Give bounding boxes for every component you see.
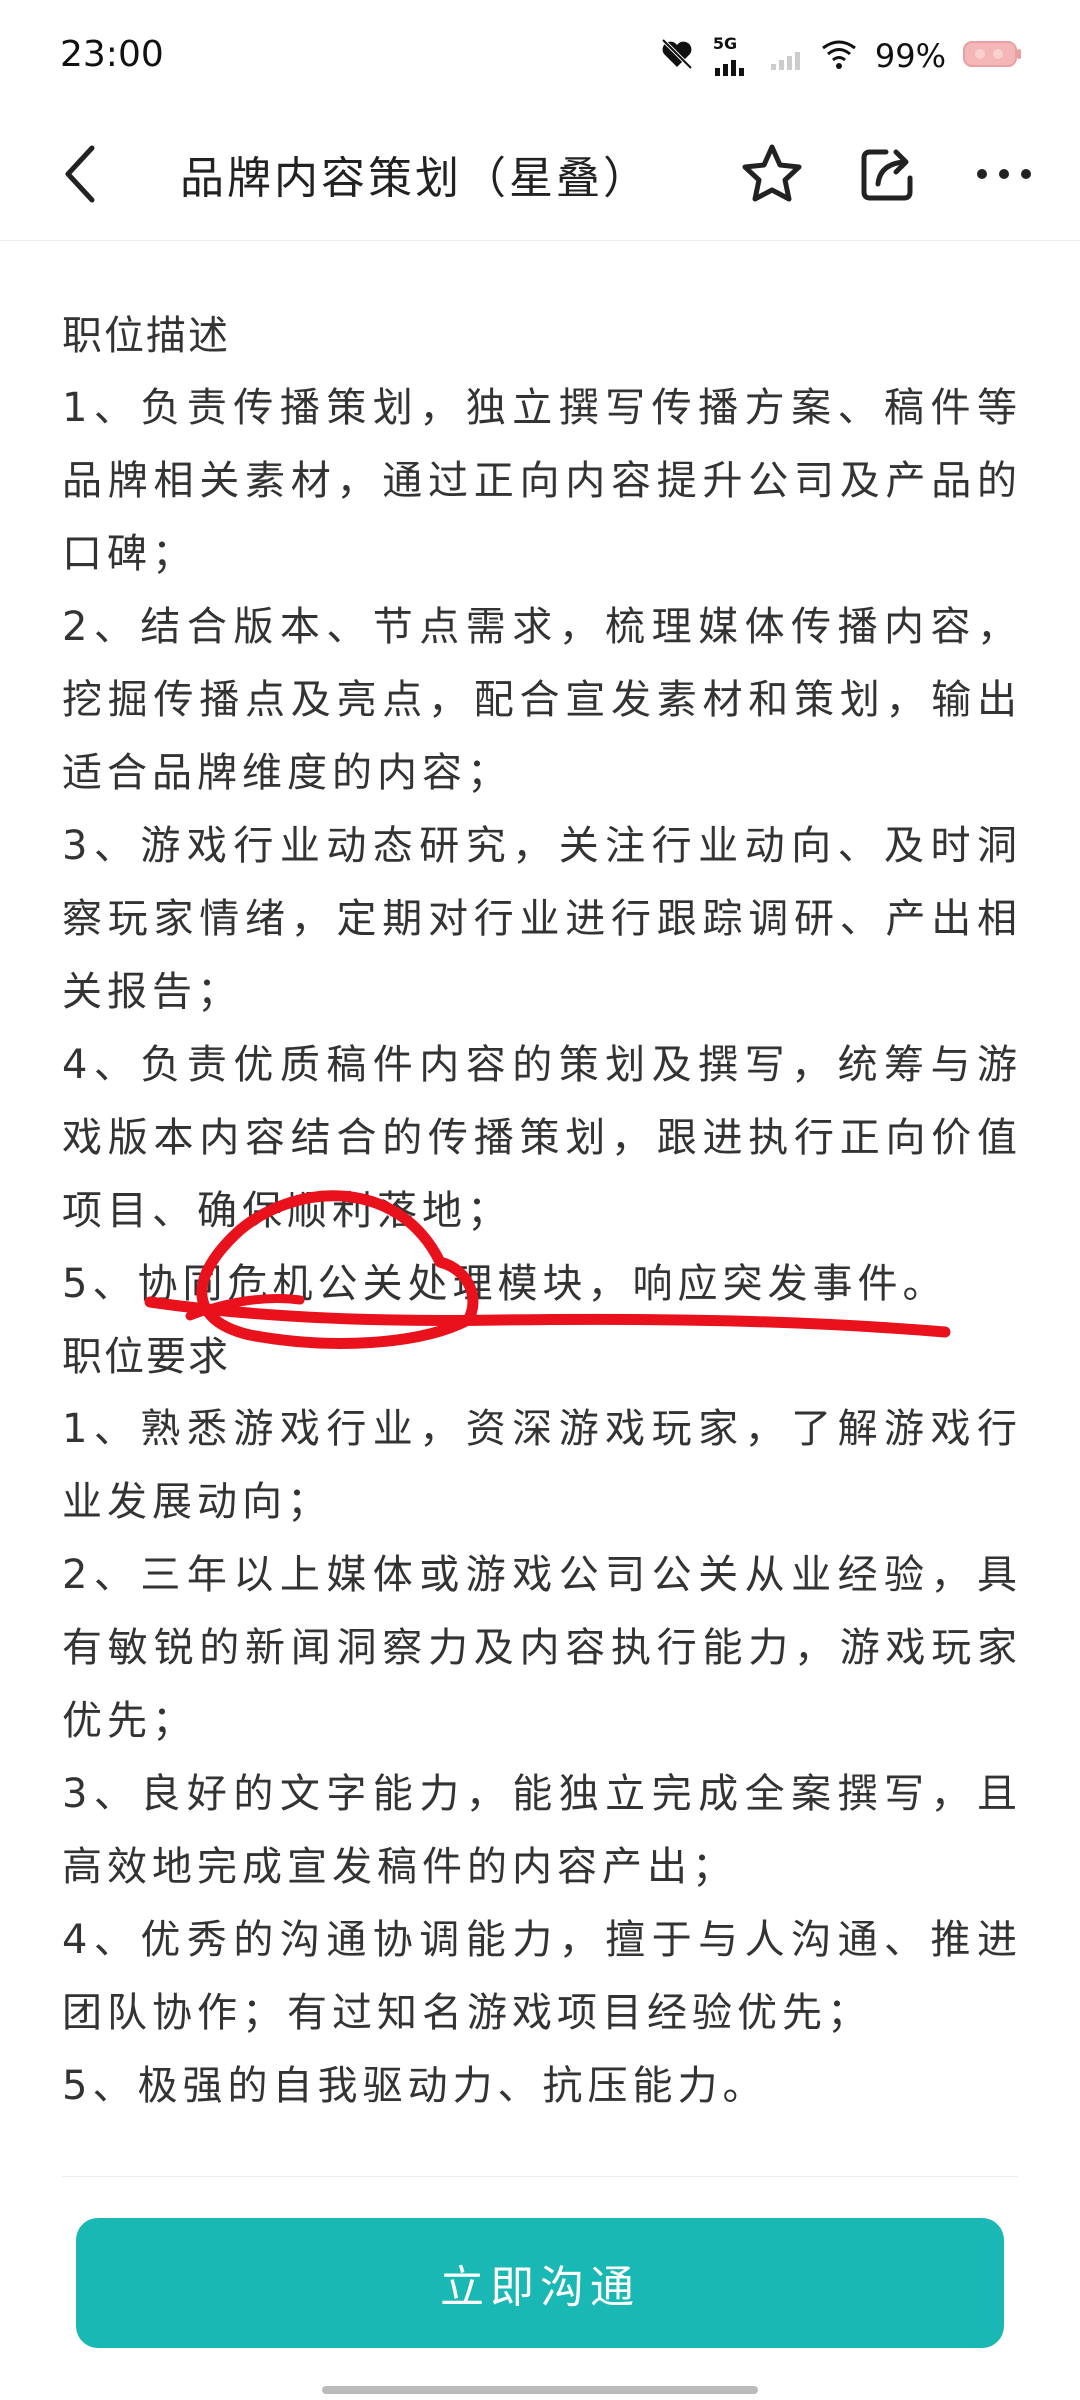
nav-actions bbox=[736, 130, 1040, 222]
battery-icon bbox=[962, 38, 1022, 74]
share-button[interactable] bbox=[852, 140, 924, 212]
job-requirement-item: 2、三年以上媒体或游戏公司公关从业经验，具有敏锐的新闻洞察力及内容执行能力，游戏… bbox=[62, 1552, 1022, 1744]
job-requirement-item: 3、良好的文字能力，能独立完成全案撰写，且高效地完成宣发稿件的内容产出； bbox=[62, 1771, 1022, 1890]
back-button[interactable] bbox=[60, 132, 140, 220]
wifi-icon bbox=[819, 36, 859, 76]
status-bar: 23:00 5G 99% bbox=[0, 0, 1080, 112]
nav-bar: 品牌内容策划（星叠） bbox=[0, 112, 1080, 241]
chevron-left-icon bbox=[60, 142, 100, 210]
footer-divider bbox=[62, 2176, 1018, 2177]
status-time: 23:00 bbox=[60, 34, 164, 75]
status-icons: 5G 99% bbox=[659, 30, 1022, 82]
job-requirement-item: 1、熟悉游戏行业，资深游戏玩家，了解游戏行业发展动向； bbox=[62, 1406, 1022, 1525]
more-dots-icon bbox=[974, 166, 1034, 186]
more-button[interactable] bbox=[968, 140, 1040, 212]
job-requirement-item: 4、优秀的沟通协调能力，擅于与人沟通、推进团队协作；有过知名游戏项目经验优先； bbox=[62, 1917, 1022, 2036]
chat-now-button[interactable]: 立即沟通 bbox=[76, 2218, 1004, 2348]
signal-secondary-icon bbox=[767, 36, 803, 76]
favorite-button[interactable] bbox=[736, 140, 808, 212]
star-icon bbox=[740, 142, 804, 210]
job-description-item: 5、协同危机公关处理模块，响应突发事件。 bbox=[62, 1261, 948, 1307]
mute-heart-icon bbox=[659, 36, 695, 76]
job-requirements-heading: 职位要求 bbox=[62, 1334, 230, 1380]
job-description-item: 3、游戏行业动态研究，关注行业动向、及时洞察玩家情绪，定期对行业进行跟踪调研、产… bbox=[62, 823, 1022, 1015]
job-description-item: 2、结合版本、节点需求，梳理媒体传播内容，挖掘传播点及亮点，配合宣发素材和策划，… bbox=[62, 604, 1022, 796]
signal-5g-icon: 5G bbox=[711, 34, 751, 78]
job-description-heading: 职位描述 bbox=[62, 313, 230, 359]
job-description-item: 4、负责优质稿件内容的策划及撰写，统筹与游戏版本内容结合的传播策划，跟进执行正向… bbox=[62, 1042, 1022, 1234]
home-indicator[interactable] bbox=[322, 2386, 758, 2394]
page-title: 品牌内容策划（星叠） bbox=[180, 153, 650, 204]
battery-percent: 99% bbox=[874, 37, 946, 75]
job-requirement-item: 5、极强的自我驱动力、抗压能力。 bbox=[62, 2063, 768, 2109]
job-detail-content: 职位描述 1、负责传播策划，独立撰写传播方案、稿件等品牌相关素材，通过正向内容提… bbox=[62, 300, 1022, 2123]
job-description-item: 1、负责传播策划，独立撰写传播方案、稿件等品牌相关素材，通过正向内容提升公司及产… bbox=[62, 385, 1022, 577]
share-icon bbox=[856, 142, 920, 210]
